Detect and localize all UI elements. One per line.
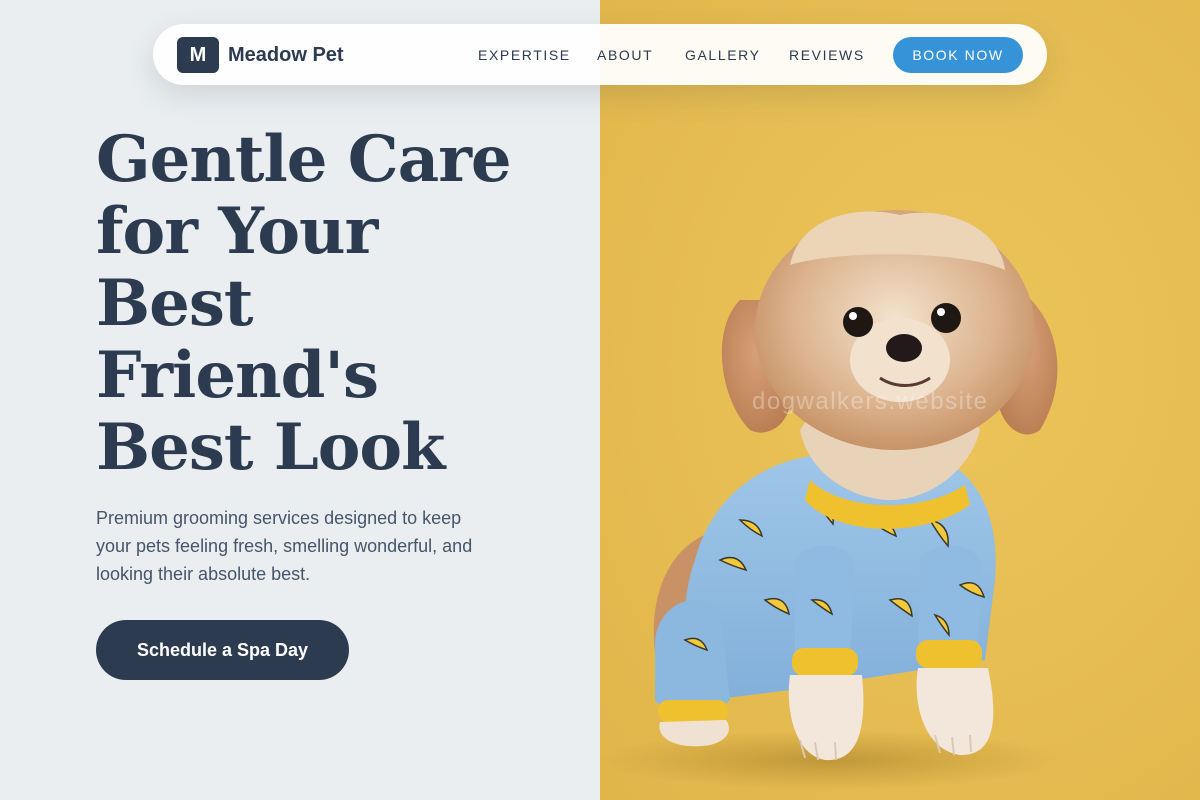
hero-description-line: looking their absolute best. xyxy=(96,564,311,584)
hero-title-line: Gentle Care xyxy=(96,122,512,197)
nav-link-gallery[interactable]: GALLERY xyxy=(685,46,761,64)
hero-description-line: your pets feeling fresh, smelling wonder… xyxy=(96,536,473,556)
hero-description-line: Premium grooming services designed to ke… xyxy=(96,508,462,528)
nav-link-expertise[interactable]: EXPERTISE xyxy=(478,46,571,64)
hero-title-line: for Your xyxy=(96,194,378,269)
hero-title-line: Best xyxy=(96,266,253,341)
hero-title-line: Friend's xyxy=(96,338,379,413)
top-navigation-bar: M Meadow Pet EXPERTISE ABOUT GALLERY REV… xyxy=(153,24,1047,85)
nav-link-reviews[interactable]: REVIEWS xyxy=(789,46,865,64)
brand-name[interactable]: Meadow Pet xyxy=(228,43,344,67)
brand-logo-icon[interactable]: M xyxy=(177,37,219,73)
hero-title-line: Best Look xyxy=(96,410,445,485)
hero-description: Premium grooming services designed to ke… xyxy=(96,504,516,588)
schedule-spa-day-button[interactable]: Schedule a Spa Day xyxy=(96,620,349,680)
hero-title: Gentle Care for Your Best Friend's Best … xyxy=(96,124,576,484)
book-now-button[interactable]: BOOK NOW xyxy=(893,37,1023,73)
image-watermark: dogwalkers.website xyxy=(752,388,989,415)
nav-link-about[interactable]: ABOUT xyxy=(597,46,653,64)
